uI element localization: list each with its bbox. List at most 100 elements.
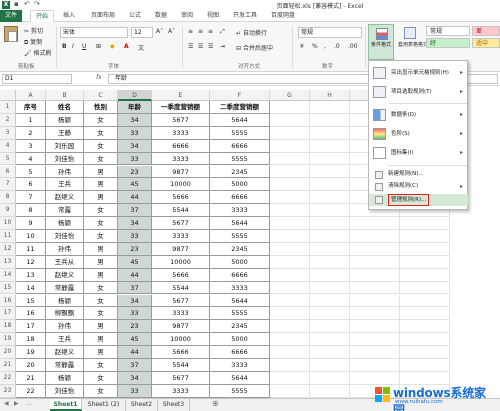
- table-cell[interactable]: 16: [16, 307, 46, 321]
- row-header[interactable]: 17: [0, 307, 16, 321]
- table-cell[interactable]: 5555: [210, 307, 270, 321]
- table-cell[interactable]: [310, 242, 350, 256]
- row-header[interactable]: 21: [0, 359, 16, 372]
- row-header[interactable]: 12: [0, 242, 16, 256]
- table-cell[interactable]: 37: [118, 204, 152, 218]
- table-cell[interactable]: 9: [16, 217, 46, 230]
- font-name-select[interactable]: 宋体: [60, 27, 128, 38]
- table-cell[interactable]: [310, 165, 350, 179]
- table-cell[interactable]: [270, 113, 310, 127]
- table-cell[interactable]: 6666: [210, 268, 270, 282]
- table-cell[interactable]: 赵继义: [46, 268, 84, 282]
- table-cell[interactable]: 23: [118, 320, 152, 334]
- table-cell[interactable]: 9877: [152, 242, 210, 256]
- table-cell[interactable]: [270, 268, 310, 282]
- style-neutral[interactable]: 适中: [472, 38, 500, 48]
- table-cell[interactable]: 赵继义: [46, 346, 84, 359]
- tab-data[interactable]: 数据: [150, 10, 172, 22]
- table-cell[interactable]: [400, 268, 450, 282]
- table-cell[interactable]: 王兵: [46, 333, 84, 347]
- bold-icon[interactable]: B: [62, 43, 67, 50]
- table-cell[interactable]: [400, 294, 450, 308]
- table-cell[interactable]: 5666: [152, 346, 210, 359]
- column-header-c[interactable]: C: [84, 90, 118, 101]
- table-cell[interactable]: 王兵从: [46, 255, 84, 269]
- table-cell[interactable]: [270, 242, 310, 256]
- table-cell[interactable]: 男: [84, 242, 118, 256]
- table-cell[interactable]: 33: [118, 307, 152, 321]
- tab-file[interactable]: 文件: [0, 10, 22, 22]
- tab-formulas[interactable]: 公式: [124, 10, 146, 22]
- tab-home[interactable]: 开始: [30, 10, 54, 22]
- table-cell[interactable]: 刘佳怡: [46, 230, 84, 243]
- column-header-h[interactable]: H: [310, 90, 350, 101]
- row-header[interactable]: 19: [0, 333, 16, 347]
- table-cell[interactable]: 王静: [46, 126, 84, 140]
- table-cell[interactable]: 3333: [210, 204, 270, 218]
- table-header-cell[interactable]: 年龄: [118, 101, 152, 114]
- table-cell[interactable]: 刘佳怡: [46, 152, 84, 166]
- number-format-select[interactable]: 常规: [298, 27, 362, 38]
- table-cell[interactable]: 11: [16, 242, 46, 256]
- table-cell[interactable]: 12: [16, 255, 46, 269]
- indent-icon[interactable]: ⇥: [220, 43, 225, 50]
- row-header[interactable]: 6: [0, 165, 16, 179]
- table-cell[interactable]: 孙伟: [46, 242, 84, 256]
- table-cell[interactable]: 男: [84, 165, 118, 179]
- table-cell[interactable]: [270, 217, 310, 230]
- table-cell[interactable]: 3333: [152, 230, 210, 243]
- table-header-cell[interactable]: 二季度营销额: [210, 101, 270, 114]
- table-cell[interactable]: 34: [118, 113, 152, 127]
- row-header[interactable]: 15: [0, 281, 16, 295]
- tab-view[interactable]: 视图: [202, 10, 224, 22]
- table-cell[interactable]: 刘佳怡: [46, 384, 84, 398]
- table-cell[interactable]: 5644: [210, 217, 270, 230]
- table-cell[interactable]: 孙伟: [46, 165, 84, 179]
- table-cell[interactable]: 3333: [210, 359, 270, 372]
- table-cell[interactable]: [270, 359, 310, 372]
- table-cell[interactable]: 刘乐园: [46, 139, 84, 153]
- table-cell[interactable]: [310, 281, 350, 295]
- menu-clear-rules[interactable]: 清除规则(C) ▸: [369, 181, 468, 192]
- tab-developer[interactable]: 开发工具: [228, 10, 262, 22]
- table-cell[interactable]: 10: [16, 230, 46, 243]
- table-cell[interactable]: [310, 204, 350, 218]
- table-cell[interactable]: 9877: [152, 320, 210, 334]
- table-cell[interactable]: [350, 217, 400, 230]
- table-cell[interactable]: 33: [118, 230, 152, 243]
- table-cell[interactable]: 6666: [210, 139, 270, 153]
- table-cell[interactable]: 6666: [210, 346, 270, 359]
- row-header[interactable]: 9: [0, 204, 16, 218]
- grow-font-icon[interactable]: A˄: [156, 28, 163, 35]
- table-cell[interactable]: [400, 255, 450, 269]
- table-cell[interactable]: 女: [84, 359, 118, 372]
- table-cell[interactable]: [270, 346, 310, 359]
- table-cell[interactable]: 杨颖: [46, 113, 84, 127]
- align-top-icon[interactable]: ≡: [188, 28, 193, 35]
- table-cell[interactable]: 37: [118, 281, 152, 295]
- table-cell[interactable]: 5555: [210, 230, 270, 243]
- table-cell[interactable]: 孙伟: [46, 320, 84, 334]
- select-all-corner[interactable]: [0, 90, 16, 101]
- table-cell[interactable]: [310, 268, 350, 282]
- table-cell[interactable]: 女: [84, 294, 118, 308]
- table-cell[interactable]: 常露: [46, 204, 84, 218]
- menu-color-scales[interactable]: 色阶(S) ▸: [369, 125, 468, 143]
- cut-button[interactable]: ✂ 剪切: [24, 26, 43, 35]
- row-header[interactable]: 13: [0, 255, 16, 269]
- row-header[interactable]: 14: [0, 268, 16, 282]
- row-header[interactable]: 1: [0, 101, 16, 114]
- table-cell[interactable]: [310, 139, 350, 153]
- row-header[interactable]: 5: [0, 152, 16, 166]
- table-cell[interactable]: 20: [16, 359, 46, 372]
- table-cell[interactable]: 5555: [210, 384, 270, 398]
- table-cell[interactable]: 1: [16, 113, 46, 127]
- sheet-prev-icon[interactable]: ◀: [4, 400, 9, 407]
- fx-icon[interactable]: fx: [96, 74, 102, 81]
- table-cell[interactable]: [310, 307, 350, 321]
- table-cell[interactable]: [400, 281, 450, 295]
- table-cell[interactable]: [270, 384, 310, 398]
- column-header-f[interactable]: F: [210, 90, 270, 101]
- table-cell[interactable]: [310, 126, 350, 140]
- table-cell[interactable]: 杨颖: [46, 217, 84, 230]
